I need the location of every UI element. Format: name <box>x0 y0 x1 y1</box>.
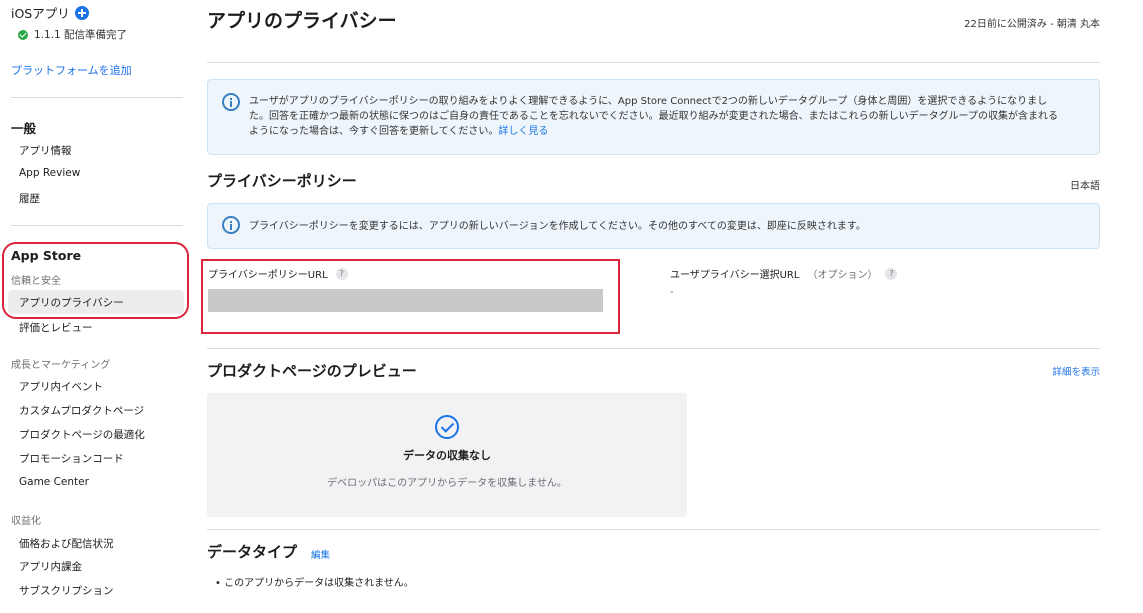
privacy-policy-notice-text: プライバシーポリシーを変更するには、アプリの新しいバージョンを作成してください。… <box>249 221 866 232</box>
language-selector[interactable]: 日本語 <box>1070 177 1100 192</box>
section-monetization: 収益化 <box>11 516 41 527</box>
nav-in-app-purchases[interactable]: アプリ内課金 <box>19 559 82 574</box>
learn-more-link[interactable]: 詳しく見る <box>498 126 548 137</box>
divider <box>11 97 183 98</box>
highlight-oval <box>2 242 189 319</box>
user-privacy-choice-url-label-text: ユーザプライバシー選択URL <box>670 270 800 281</box>
check-circle-icon <box>18 29 28 40</box>
nav-app-review[interactable]: App Review <box>19 167 80 179</box>
notice-text: ユーザがアプリのプライバシーポリシーの取り組みをよりよく理解できるように、App… <box>249 94 1058 139</box>
version-status-label: 1.1.1 配信準備完了 <box>34 29 128 41</box>
no-data-collected-description: デベロッパはこのアプリからデータを収集しません。 <box>327 478 567 489</box>
highlight-rectangle <box>201 259 620 334</box>
data-types-heading: データタイプ <box>207 543 298 561</box>
privacy-policy-heading: プライバシーポリシー <box>207 172 357 190</box>
info-icon <box>222 93 240 111</box>
nav-app-info[interactable]: アプリ情報 <box>19 143 72 158</box>
nav-custom-product-pages[interactable]: カスタムプロダクトページ <box>19 403 144 418</box>
check-circle-icon <box>435 415 459 439</box>
divider <box>207 348 1100 349</box>
add-icon[interactable] <box>74 5 89 20</box>
nav-game-center[interactable]: Game Center <box>19 476 89 488</box>
nav-pricing-availability[interactable]: 価格および配信状況 <box>19 536 114 551</box>
section-general: 一般 <box>11 121 37 136</box>
optional-label: （オプション） <box>807 270 878 281</box>
nav-product-page-optimization[interactable]: プロダクトページの最適化 <box>19 427 145 442</box>
nav-ratings-reviews[interactable]: 評価とレビュー <box>19 320 93 335</box>
notice-line-1: ユーザがアプリのプライバシーポリシーの取り組みをよりよく理解できるように、App… <box>249 96 1048 107</box>
section-growth: 成長とマーケティング <box>11 360 111 371</box>
notice-line-3: ようになった場合は、今すぐ回答を更新してください。 <box>249 126 499 137</box>
divider <box>11 225 183 226</box>
notice-line-2: た。回答を正確かつ最新の状態に保つのはご自身の責任であることを忘れないでください… <box>249 111 1058 122</box>
product-preview-heading: プロダクトページのプレビュー <box>207 362 417 380</box>
edit-data-types-link[interactable]: 編集 <box>311 547 330 561</box>
app-name[interactable]: iOSアプリ <box>11 3 70 22</box>
page-title: アプリのプライバシー <box>207 10 397 32</box>
user-privacy-choice-url-value: - <box>670 287 674 298</box>
privacy-policy-notice: プライバシーポリシーを変更するには、アプリの新しいバージョンを作成してください。… <box>207 203 1100 249</box>
help-icon[interactable]: ? <box>885 267 898 280</box>
show-details-link[interactable]: 詳細を表示 <box>1052 364 1100 378</box>
nav-in-app-events[interactable]: アプリ内イベント <box>19 379 103 394</box>
product-preview-card: データの収集なし デベロッパはこのアプリからデータを収集しません。 <box>207 393 687 517</box>
divider <box>207 62 1100 63</box>
nav-history[interactable]: 履歴 <box>19 191 40 206</box>
user-privacy-choice-url-label: ユーザプライバシー選択URL （オプション） ? <box>670 266 898 281</box>
info-icon <box>222 216 240 234</box>
publish-status: 22日前に公開済み - 朝清 丸本 <box>964 19 1100 30</box>
app-header: iOSアプリ <box>11 3 89 22</box>
version-status[interactable]: 1.1.1 配信準備完了 <box>18 27 127 42</box>
divider <box>207 529 1100 530</box>
sidebar: iOSアプリ 1.1.1 配信準備完了 プラットフォームを追加 一般 アプリ情報… <box>0 0 192 613</box>
no-data-collected-title: データの収集なし <box>403 449 491 462</box>
nav-subscriptions[interactable]: サブスクリプション <box>19 583 114 598</box>
privacy-update-notice: ユーザがアプリのプライバシーポリシーの取り組みをよりよく理解できるように、App… <box>207 79 1100 155</box>
nav-promo-codes[interactable]: プロモーションコード <box>19 451 124 466</box>
add-platform-link[interactable]: プラットフォームを追加 <box>11 62 132 78</box>
data-types-bullet: • このアプリからデータは収集されません。 <box>215 578 414 589</box>
